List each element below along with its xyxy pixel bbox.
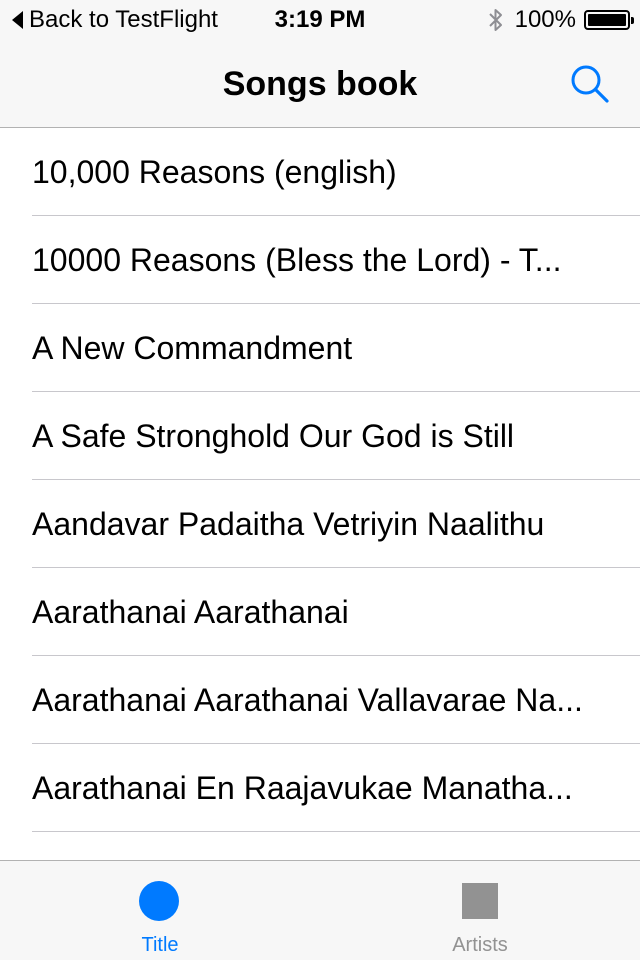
song-title: Aandavar Padaitha Vetriyin Naalithu — [32, 506, 545, 542]
square-icon — [462, 883, 498, 919]
bluetooth-icon — [488, 9, 502, 31]
battery-percent: 100% — [514, 6, 576, 33]
circle-icon — [139, 881, 179, 921]
song-title: A New Commandment — [32, 330, 353, 366]
list-item[interactable]: Aarathanai Aarathanai — [32, 568, 640, 656]
navigation-bar: Songs book — [0, 40, 640, 128]
list-item[interactable]: 10000 Reasons (Bless the Lord) - T... — [32, 216, 640, 304]
list-item[interactable]: A New Commandment — [32, 304, 640, 392]
song-title: Aarathanai Aarathanai — [32, 594, 349, 630]
song-title: Aarathanai Aarathanai Vallavarae Na... — [32, 682, 583, 718]
song-title: 10,000 Reasons (english) — [32, 154, 397, 190]
tab-artists-label: Artists — [452, 934, 508, 956]
song-title: Aarathanai En Raajavukae Manatha... — [32, 770, 573, 806]
list-item[interactable]: Aandavar Padaitha Vetriyin Naalithu — [32, 480, 640, 568]
song-title: 10000 Reasons (Bless the Lord) - T... — [32, 242, 562, 278]
battery-icon — [584, 10, 634, 30]
list-item[interactable]: A Safe Stronghold Our God is Still — [32, 392, 640, 480]
tab-bar: Title Artists — [0, 860, 640, 960]
list-item[interactable]: Aarathanai En Raajavukae Manatha... — [32, 744, 640, 832]
song-title: A Safe Stronghold Our God is Still — [32, 418, 515, 454]
search-icon[interactable] — [568, 62, 612, 106]
status-right: 100% — [487, 6, 634, 34]
tab-artists[interactable]: Artists — [320, 861, 640, 961]
battery-fill — [588, 14, 626, 26]
page-title: Songs book — [222, 65, 418, 103]
list-item[interactable]: Aarathanai Aarathanai Vallavarae Na... — [32, 656, 640, 744]
status-bar: Back to TestFlight 3:19 PM 100% — [0, 0, 640, 40]
tab-title-label: Title — [141, 934, 179, 956]
tab-title[interactable]: Title — [0, 861, 320, 961]
list-item[interactable]: 10,000 Reasons (english) — [32, 128, 640, 216]
song-list: 10,000 Reasons (english) 10000 Reasons (… — [0, 128, 640, 860]
